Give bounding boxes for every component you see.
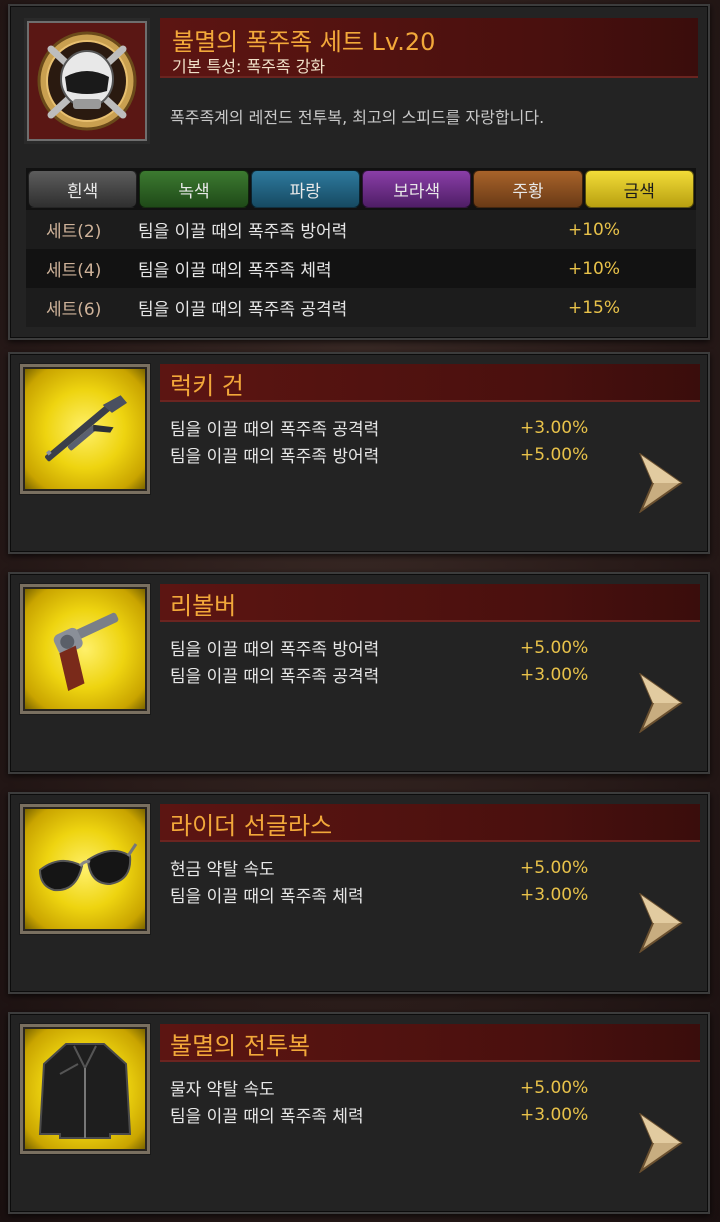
stat-row: 팀을 이끌 때의 폭주족 방어력 +5.00% — [170, 634, 610, 661]
stat-value: +3.00% — [520, 884, 589, 905]
item-title-bar: 리볼버 — [160, 584, 700, 622]
set-bonus-text: 팀을 이끌 때의 폭주족 체력 — [138, 261, 332, 281]
stat-text: 물자 약탈 속도 — [170, 1080, 275, 1100]
item-stats: 팀을 이끌 때의 폭주족 공격력 +3.00% 팀을 이끌 때의 폭주족 방어력… — [170, 414, 610, 468]
leather-jacket-icon — [38, 1043, 132, 1139]
stat-text: 팀을 이끌 때의 폭주족 방어력 — [170, 640, 380, 660]
set-title-bar: 불멸의 폭주족 세트 Lv.20 기본 특성: 폭주족 강화 — [160, 18, 698, 78]
set-bonus-value: +10% — [568, 258, 621, 279]
sunglasses-icon — [38, 843, 138, 892]
set-description: 폭주족계의 레전드 전투복, 최고의 스피드를 자랑합니다. — [170, 108, 545, 127]
set-bonus-row: 세트(2) 팀을 이끌 때의 폭주족 방어력 +10% — [26, 210, 696, 249]
stat-row: 팀을 이끌 때의 폭주족 방어력 +5.00% — [170, 441, 610, 468]
stat-text: 현금 약탈 속도 — [170, 860, 275, 880]
stat-text: 팀을 이끌 때의 폭주족 방어력 — [170, 447, 380, 467]
item-detail-arrow-button[interactable] — [636, 452, 684, 514]
tab-blue[interactable]: 파랑 — [250, 170, 360, 208]
set-bonus-row: 세트(4) 팀을 이끌 때의 폭주족 체력 +10% — [26, 249, 696, 288]
set-title: 불멸의 폭주족 세트 Lv.20 — [172, 28, 436, 56]
set-bonus-list: 세트(2) 팀을 이끌 때의 폭주족 방어력 +10% 세트(4) 팀을 이끌 … — [26, 210, 696, 327]
set-icon-frame — [24, 18, 150, 144]
item-detail-arrow-button[interactable] — [636, 1112, 684, 1174]
grade-tabs: 흰색 녹색 파랑 보라색 주황 금색 — [26, 168, 696, 210]
tab-orange[interactable]: 주황 — [473, 170, 583, 208]
item-name: 럭키 건 — [170, 372, 244, 400]
item-stats: 현금 약탈 속도 +5.00% 팀을 이끌 때의 폭주족 체력 +3.00% — [170, 854, 610, 908]
item-title-bar: 불멸의 전투복 — [160, 1024, 700, 1062]
item-detail-arrow-button[interactable] — [636, 892, 684, 954]
helmet-emblem-icon — [37, 31, 137, 131]
stat-value: +3.00% — [520, 664, 589, 685]
tab-purple[interactable]: 보라색 — [361, 170, 472, 208]
item-stats: 팀을 이끌 때의 폭주족 방어력 +5.00% 팀을 이끌 때의 폭주족 공격력… — [170, 634, 610, 688]
stat-value: +3.00% — [520, 1104, 589, 1125]
tab-gold[interactable]: 금색 — [584, 170, 694, 208]
stat-text: 팀을 이끌 때의 폭주족 공격력 — [170, 420, 380, 440]
revolver-icon — [53, 612, 119, 692]
stat-row: 팀을 이끌 때의 폭주족 공격력 +3.00% — [170, 661, 610, 688]
item-stats: 물자 약탈 속도 +5.00% 팀을 이끌 때의 폭주족 체력 +3.00% — [170, 1074, 610, 1128]
set-bonus-value: +10% — [568, 219, 621, 240]
item-name: 리볼버 — [170, 592, 237, 620]
stat-row: 팀을 이끌 때의 폭주족 체력 +3.00% — [170, 881, 610, 908]
chevron-right-icon — [639, 1113, 683, 1173]
chevron-right-icon — [639, 673, 683, 733]
set-bonus-row: 세트(6) 팀을 이끌 때의 폭주족 공격력 +15% — [26, 288, 696, 327]
item-icon-frame — [20, 1024, 150, 1154]
stat-row: 현금 약탈 속도 +5.00% — [170, 854, 610, 881]
set-panel: 불멸의 폭주족 세트 Lv.20 기본 특성: 폭주족 강화 폭주족계의 레전드… — [8, 4, 710, 340]
chevron-right-icon — [639, 453, 683, 513]
stat-text: 팀을 이끌 때의 폭주족 공격력 — [170, 667, 380, 687]
set-bonus-text: 팀을 이끌 때의 폭주족 방어력 — [138, 222, 348, 242]
stat-text: 팀을 이끌 때의 폭주족 체력 — [170, 1107, 364, 1127]
item-icon-frame — [20, 804, 150, 934]
item-card-rider-sunglasses: 라이더 선글라스 현금 약탈 속도 +5.00% 팀을 이끌 때의 폭주족 체력… — [8, 792, 710, 994]
stat-value: +5.00% — [520, 1077, 589, 1098]
stat-row: 팀을 이끌 때의 폭주족 체력 +3.00% — [170, 1101, 610, 1128]
chevron-right-icon — [639, 893, 683, 953]
stat-row: 물자 약탈 속도 +5.00% — [170, 1074, 610, 1101]
stat-text: 팀을 이끌 때의 폭주족 체력 — [170, 887, 364, 907]
stat-value: +5.00% — [520, 857, 589, 878]
shotgun-icon — [45, 395, 128, 462]
item-name: 불멸의 전투복 — [170, 1032, 311, 1060]
set-bonus-text: 팀을 이끌 때의 폭주족 공격력 — [138, 300, 348, 320]
set-bonus-label: 세트(4) — [46, 261, 102, 281]
stat-value: +3.00% — [520, 417, 589, 438]
tab-green[interactable]: 녹색 — [139, 170, 249, 208]
item-icon-frame — [20, 584, 150, 714]
item-title-bar: 럭키 건 — [160, 364, 700, 402]
stat-value: +5.00% — [520, 637, 589, 658]
tab-white[interactable]: 흰색 — [28, 170, 138, 208]
set-bonus-value: +15% — [568, 297, 621, 318]
set-bonus-label: 세트(2) — [46, 222, 102, 242]
stat-row: 팀을 이끌 때의 폭주족 공격력 +3.00% — [170, 414, 610, 441]
item-icon-frame — [20, 364, 150, 494]
item-card-lucky-gun: 럭키 건 팀을 이끌 때의 폭주족 공격력 +3.00% 팀을 이끌 때의 폭주… — [8, 352, 710, 554]
item-title-bar: 라이더 선글라스 — [160, 804, 700, 842]
item-card-combat-jacket: 불멸의 전투복 물자 약탈 속도 +5.00% 팀을 이끌 때의 폭주족 체력 … — [8, 1012, 710, 1214]
set-bonus-label: 세트(6) — [46, 300, 102, 320]
set-subtitle: 기본 특성: 폭주족 강화 — [172, 57, 326, 76]
item-card-revolver: 리볼버 팀을 이끌 때의 폭주족 방어력 +5.00% 팀을 이끌 때의 폭주족… — [8, 572, 710, 774]
item-name: 라이더 선글라스 — [170, 812, 333, 840]
item-detail-arrow-button[interactable] — [636, 672, 684, 734]
stat-value: +5.00% — [520, 444, 589, 465]
